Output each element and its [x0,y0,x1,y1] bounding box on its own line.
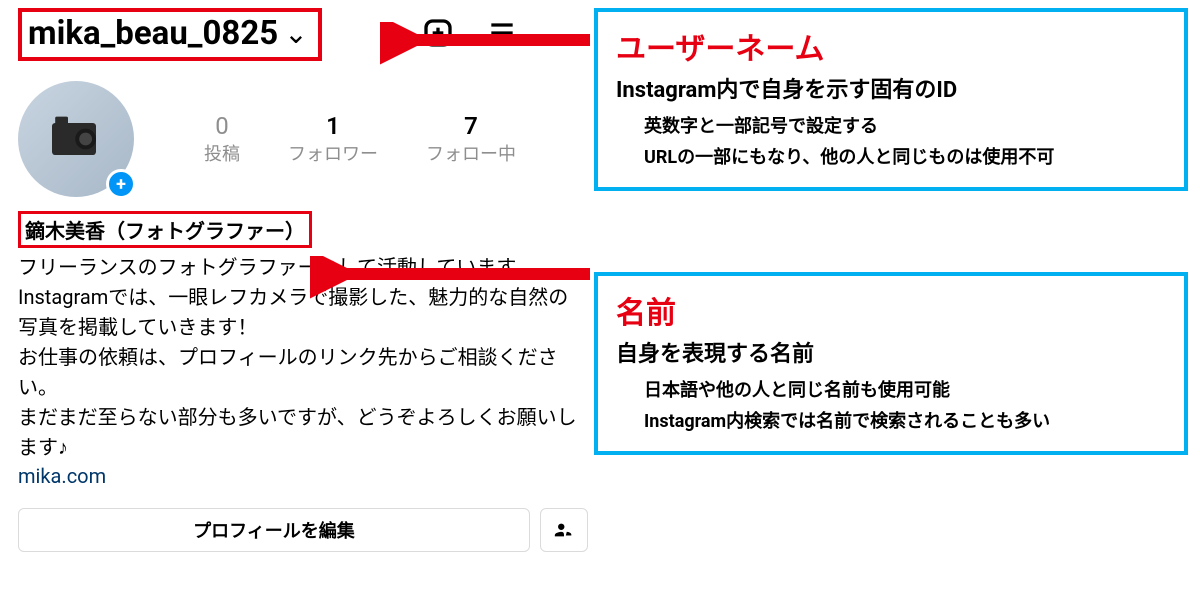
username-highlight-box: mika_beau_0825 ⌄ [18,8,322,61]
bio-line: お仕事の依頼は、プロフィールのリンク先からご相談ください。 [18,342,588,402]
callout-note: URLの一部にもなり、他の人と同じものは使用不可 [616,143,1166,174]
followers-count: 1 [326,112,340,140]
stat-followers[interactable]: 1 フォロワー [288,112,378,166]
posts-label: 投稿 [204,140,240,166]
stat-following[interactable]: 7 フォロー中 [426,112,516,166]
callout-subtitle: 自身を表現する名前 [616,336,1166,368]
arrow-to-name [310,256,600,306]
add-story-icon[interactable]: + [106,169,136,199]
following-label: フォロー中 [426,140,516,166]
profile-stats-row: + 0 投稿 1 フォロワー 7 フォロー中 [18,81,588,197]
discover-people-button[interactable] [540,508,588,552]
callout-subtitle: Instagram内で自身を示す固有のID [616,72,1166,104]
profile-actions: プロフィールを編集 [18,508,588,552]
posts-count: 0 [215,112,229,140]
callout-note: Instagram内検索では名前で検索されることも多い [616,407,1166,438]
display-name-highlight-box: 鏑木美香（フォトグラファー） [18,211,312,248]
following-count: 7 [464,112,478,140]
callout-title: ユーザーネーム [616,24,1166,68]
arrow-to-username [380,22,600,72]
callout-username: ユーザーネーム Instagram内で自身を示す固有のID 英数字と一部記号で設… [594,8,1188,191]
callout-title: 名前 [616,288,1166,332]
followers-label: フォロワー [288,140,378,166]
callout-name: 名前 自身を表現する名前 日本語や他の人と同じ名前も使用可能 Instagram… [594,272,1188,455]
bio-link[interactable]: mika.com [18,464,588,488]
callout-note: 英数字と一部記号で設定する [616,112,1166,143]
avatar-container[interactable]: + [18,81,134,197]
bio-line: まだまだ至らない部分も多いですが、どうぞよろしくお願いします♪ [18,402,588,462]
stats-group: 0 投稿 1 フォロワー 7 フォロー中 [204,112,516,166]
username[interactable]: mika_beau_0825 [28,14,278,53]
stat-posts[interactable]: 0 投稿 [204,112,240,166]
callout-note: 日本語や他の人と同じ名前も使用可能 [616,376,1166,407]
display-name: 鏑木美香（フォトグラファー） [25,219,305,243]
edit-profile-button[interactable]: プロフィールを編集 [18,508,530,552]
chevron-down-icon[interactable]: ⌄ [284,17,307,50]
